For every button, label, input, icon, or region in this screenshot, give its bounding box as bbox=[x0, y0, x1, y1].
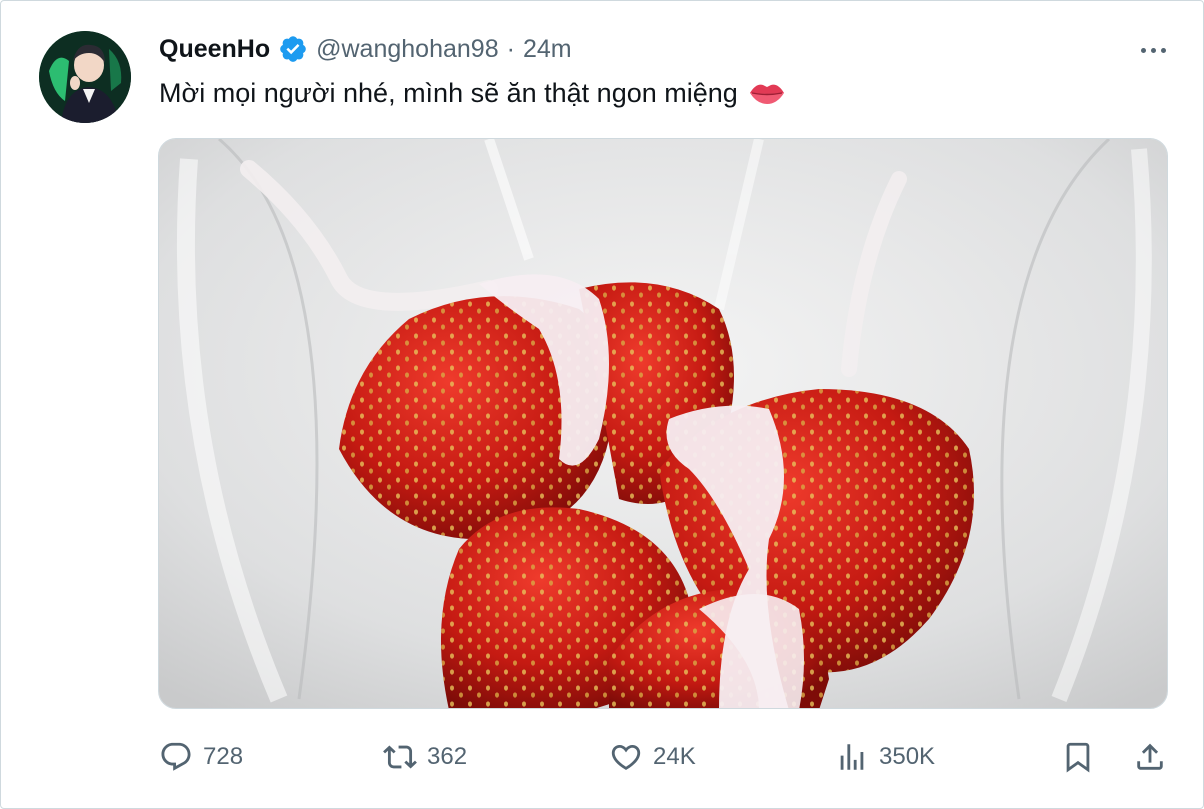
more-dot-icon bbox=[1160, 47, 1166, 53]
author-handle[interactable]: @wanghohan98 bbox=[316, 35, 498, 64]
separator-dot: · bbox=[506, 34, 515, 63]
views-count: 350K bbox=[879, 743, 936, 770]
retweet-icon bbox=[383, 745, 417, 769]
tweet-text: Mời mọi người nhé, mình sẽ ăn thật ngon … bbox=[159, 75, 786, 111]
more-options-button[interactable] bbox=[1133, 35, 1173, 65]
user-avatar-photo bbox=[39, 31, 131, 123]
tweet-text-content: Mời mọi người nhé, mình sẽ ăn thật ngon … bbox=[159, 78, 738, 108]
tweet-card[interactable]: QueenHo @wanghohan98 · 24m Mời mọi người… bbox=[0, 0, 1204, 809]
like-count: 24K bbox=[653, 743, 696, 770]
share-icon bbox=[1137, 743, 1163, 770]
share-button[interactable] bbox=[1133, 733, 1167, 781]
more-dot-icon bbox=[1140, 47, 1146, 53]
like-button[interactable]: 24K bbox=[609, 733, 696, 781]
tweet-media-image[interactable] bbox=[158, 138, 1168, 709]
author-name[interactable]: QueenHo bbox=[159, 35, 270, 64]
timestamp[interactable]: 24m bbox=[523, 35, 572, 64]
retweet-button[interactable]: 362 bbox=[383, 733, 467, 781]
heart-icon bbox=[611, 744, 641, 770]
bookmark-icon bbox=[1066, 742, 1090, 773]
avatar[interactable] bbox=[39, 31, 131, 123]
lips-emoji-icon bbox=[749, 84, 784, 104]
tweet-header: QueenHo @wanghohan98 · 24m bbox=[159, 31, 572, 67]
more-dot-icon bbox=[1150, 47, 1156, 53]
tweet-actions: 728 362 24K 350K bbox=[159, 733, 1169, 781]
reply-button[interactable]: 728 bbox=[159, 733, 243, 781]
reply-count: 728 bbox=[203, 743, 244, 770]
verified-badge-icon bbox=[280, 36, 306, 62]
views-chart-icon bbox=[840, 744, 864, 770]
reply-icon bbox=[161, 742, 191, 771]
bookmark-button[interactable] bbox=[1061, 733, 1095, 781]
views-button[interactable]: 350K bbox=[835, 733, 935, 781]
retweet-count: 362 bbox=[427, 743, 468, 770]
strawberries-with-cream-in-glass-bowl-photo bbox=[159, 139, 1167, 708]
